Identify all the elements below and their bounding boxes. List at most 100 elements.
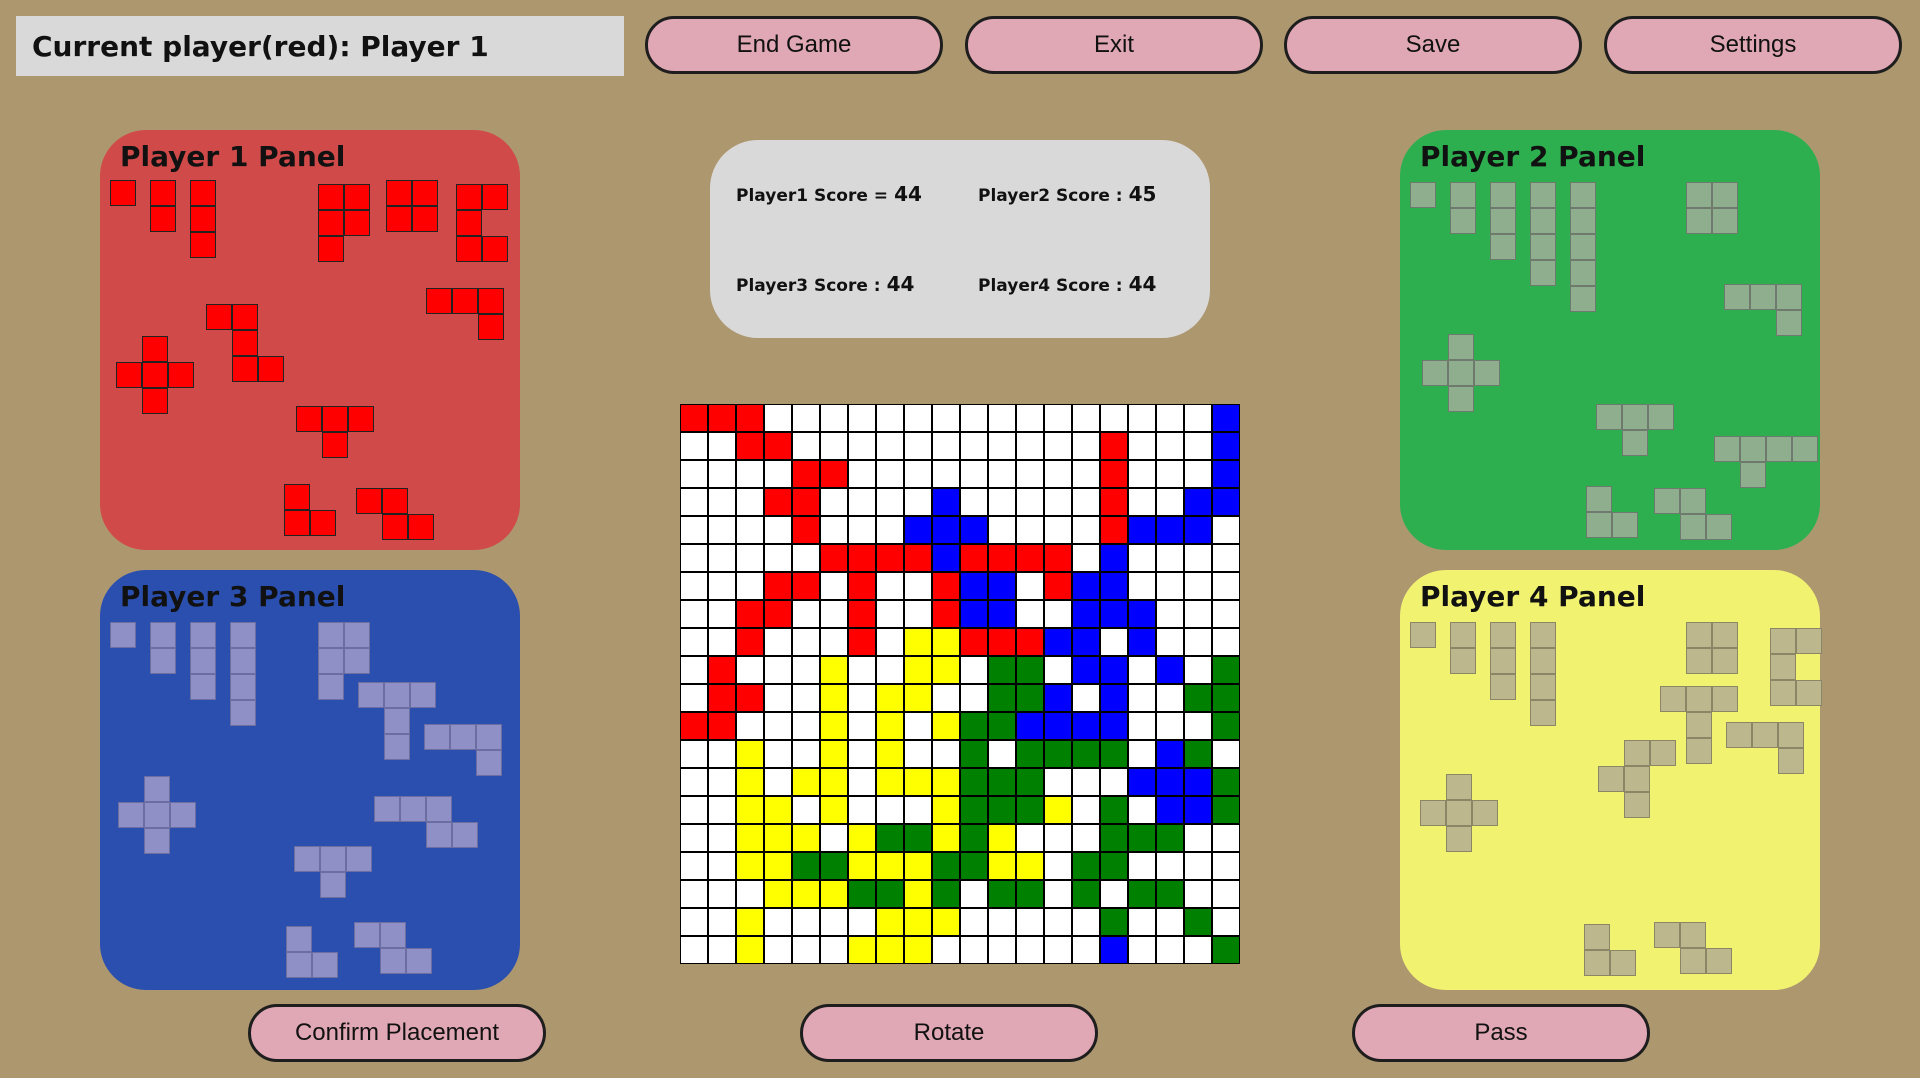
board-cell[interactable] (680, 796, 708, 824)
board-cell[interactable] (960, 712, 988, 740)
board-cell[interactable] (708, 572, 736, 600)
board-cell[interactable] (764, 768, 792, 796)
board-cell[interactable] (904, 544, 932, 572)
board-cell[interactable] (1100, 488, 1128, 516)
piece-cell[interactable] (1740, 462, 1766, 488)
piece-cell[interactable] (1490, 622, 1516, 648)
board-cell[interactable] (1212, 908, 1240, 936)
board-cell[interactable] (1100, 880, 1128, 908)
board-cell[interactable] (736, 740, 764, 768)
piece-cell[interactable] (1598, 766, 1624, 792)
board-cell[interactable] (820, 460, 848, 488)
piece-cell[interactable] (1450, 648, 1476, 674)
board-cell[interactable] (960, 684, 988, 712)
piece-cell[interactable] (1530, 182, 1556, 208)
piece-cell[interactable] (110, 180, 136, 206)
piece-cell[interactable] (1776, 310, 1802, 336)
board-cell[interactable] (792, 656, 820, 684)
board-cell[interactable] (1072, 516, 1100, 544)
board-cell[interactable] (1072, 768, 1100, 796)
piece-cell[interactable] (386, 180, 412, 206)
board-cell[interactable] (680, 404, 708, 432)
piece-cell[interactable] (118, 802, 144, 828)
board-cell[interactable] (736, 852, 764, 880)
board-cell[interactable] (792, 572, 820, 600)
board-cell[interactable] (820, 880, 848, 908)
board-cell[interactable] (932, 404, 960, 432)
board-cell[interactable] (1128, 824, 1156, 852)
piece-cell[interactable] (1770, 628, 1796, 654)
piece-cell[interactable] (296, 406, 322, 432)
piece-cell[interactable] (412, 180, 438, 206)
piece-cell[interactable] (1712, 648, 1738, 674)
piece-cell[interactable] (1650, 740, 1676, 766)
board-cell[interactable] (960, 936, 988, 964)
board-cell[interactable] (1156, 572, 1184, 600)
piece-cell[interactable] (1712, 686, 1738, 712)
board-cell[interactable] (764, 572, 792, 600)
piece-cell[interactable] (1530, 700, 1556, 726)
piece-cell[interactable] (344, 184, 370, 210)
piece-cell[interactable] (318, 236, 344, 262)
board-cell[interactable] (932, 880, 960, 908)
board-cell[interactable] (736, 656, 764, 684)
piece-cell[interactable] (232, 304, 258, 330)
board-cell[interactable] (932, 740, 960, 768)
board-cell[interactable] (1072, 656, 1100, 684)
board-cell[interactable] (764, 684, 792, 712)
board-cell[interactable] (764, 432, 792, 460)
board-cell[interactable] (1184, 404, 1212, 432)
board-cell[interactable] (764, 936, 792, 964)
piece-cell[interactable] (424, 724, 450, 750)
board-cell[interactable] (708, 740, 736, 768)
board-cell[interactable] (1156, 936, 1184, 964)
board-cell[interactable] (904, 628, 932, 656)
board-cell[interactable] (1016, 908, 1044, 936)
piece-cell[interactable] (1586, 512, 1612, 538)
piece-cell[interactable] (1792, 436, 1818, 462)
piece-cell[interactable] (322, 406, 348, 432)
piece-cell[interactable] (286, 952, 312, 978)
board-cell[interactable] (1156, 432, 1184, 460)
board-cell[interactable] (1100, 740, 1128, 768)
board-cell[interactable] (1156, 544, 1184, 572)
board-cell[interactable] (876, 572, 904, 600)
piece-cell[interactable] (1530, 208, 1556, 234)
board-cell[interactable] (960, 796, 988, 824)
board-cell[interactable] (988, 796, 1016, 824)
board-cell[interactable] (764, 600, 792, 628)
board-cell[interactable] (932, 572, 960, 600)
board-cell[interactable] (1016, 852, 1044, 880)
piece-cell[interactable] (1450, 208, 1476, 234)
piece-cell[interactable] (1686, 712, 1712, 738)
piece-cell[interactable] (382, 514, 408, 540)
piece-cell[interactable] (318, 210, 344, 236)
board-cell[interactable] (1016, 460, 1044, 488)
board-cell[interactable] (848, 544, 876, 572)
piece-cell[interactable] (1450, 182, 1476, 208)
board-cell[interactable] (680, 852, 708, 880)
board-cell[interactable] (792, 432, 820, 460)
board-cell[interactable] (708, 712, 736, 740)
board-cell[interactable] (848, 404, 876, 432)
board-cell[interactable] (904, 460, 932, 488)
piece-cell[interactable] (1610, 950, 1636, 976)
board-cell[interactable] (960, 908, 988, 936)
board-cell[interactable] (1128, 460, 1156, 488)
board-cell[interactable] (764, 824, 792, 852)
board-cell[interactable] (1072, 684, 1100, 712)
board-cell[interactable] (1128, 600, 1156, 628)
board-cell[interactable] (876, 488, 904, 516)
board-cell[interactable] (1184, 684, 1212, 712)
board-cell[interactable] (848, 684, 876, 712)
board-cell[interactable] (1016, 516, 1044, 544)
board-cell[interactable] (848, 824, 876, 852)
piece-cell[interactable] (284, 510, 310, 536)
piece-cell[interactable] (482, 184, 508, 210)
settings-button[interactable]: Settings (1604, 16, 1902, 74)
board-cell[interactable] (1184, 460, 1212, 488)
board-cell[interactable] (904, 488, 932, 516)
piece-cell[interactable] (294, 846, 320, 872)
piece-cell[interactable] (312, 952, 338, 978)
board-cell[interactable] (680, 432, 708, 460)
